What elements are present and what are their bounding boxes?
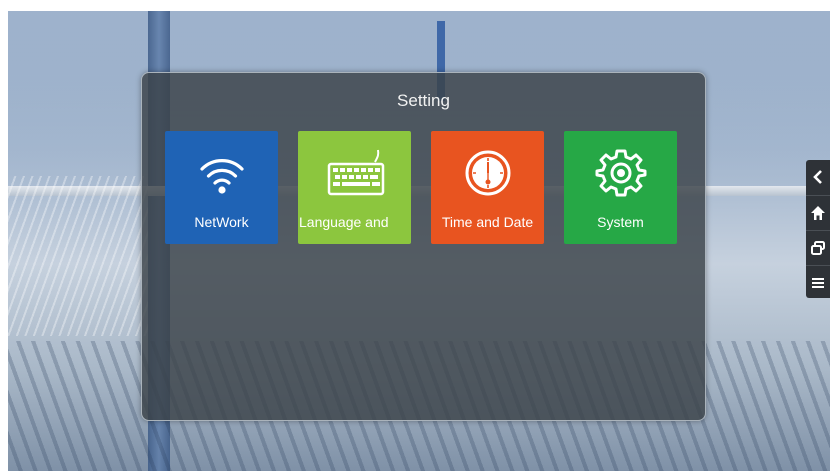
time-date-tile-label: Time and Date	[441, 214, 534, 230]
wifi-icon	[165, 143, 278, 203]
home-icon	[811, 206, 825, 220]
back-button[interactable]	[806, 160, 830, 194]
menu-icon	[812, 278, 824, 288]
time-date-tile[interactable]: Time and Date	[431, 131, 544, 244]
settings-dialog: Setting NetWork Language and Time and Da…	[141, 72, 706, 421]
network-tile[interactable]: NetWork	[165, 131, 278, 244]
recent-apps-icon	[811, 241, 825, 255]
home-button[interactable]	[806, 195, 830, 230]
language-tile[interactable]: Language and	[298, 131, 411, 244]
clock-icon	[431, 143, 544, 203]
menu-button[interactable]	[806, 265, 830, 300]
back-chevron-icon	[813, 170, 822, 184]
gear-icon	[564, 143, 677, 203]
network-tile-label: NetWork	[194, 214, 249, 230]
language-tile-label: Language and	[299, 214, 389, 230]
system-tile-label: System	[597, 214, 644, 230]
keyboard-icon	[298, 143, 411, 203]
system-tile[interactable]: System	[564, 131, 677, 244]
background-bridge-cables	[8, 176, 148, 336]
navigation-sidebar	[806, 160, 830, 298]
recent-apps-button[interactable]	[806, 230, 830, 265]
dialog-title: Setting	[397, 91, 450, 110]
